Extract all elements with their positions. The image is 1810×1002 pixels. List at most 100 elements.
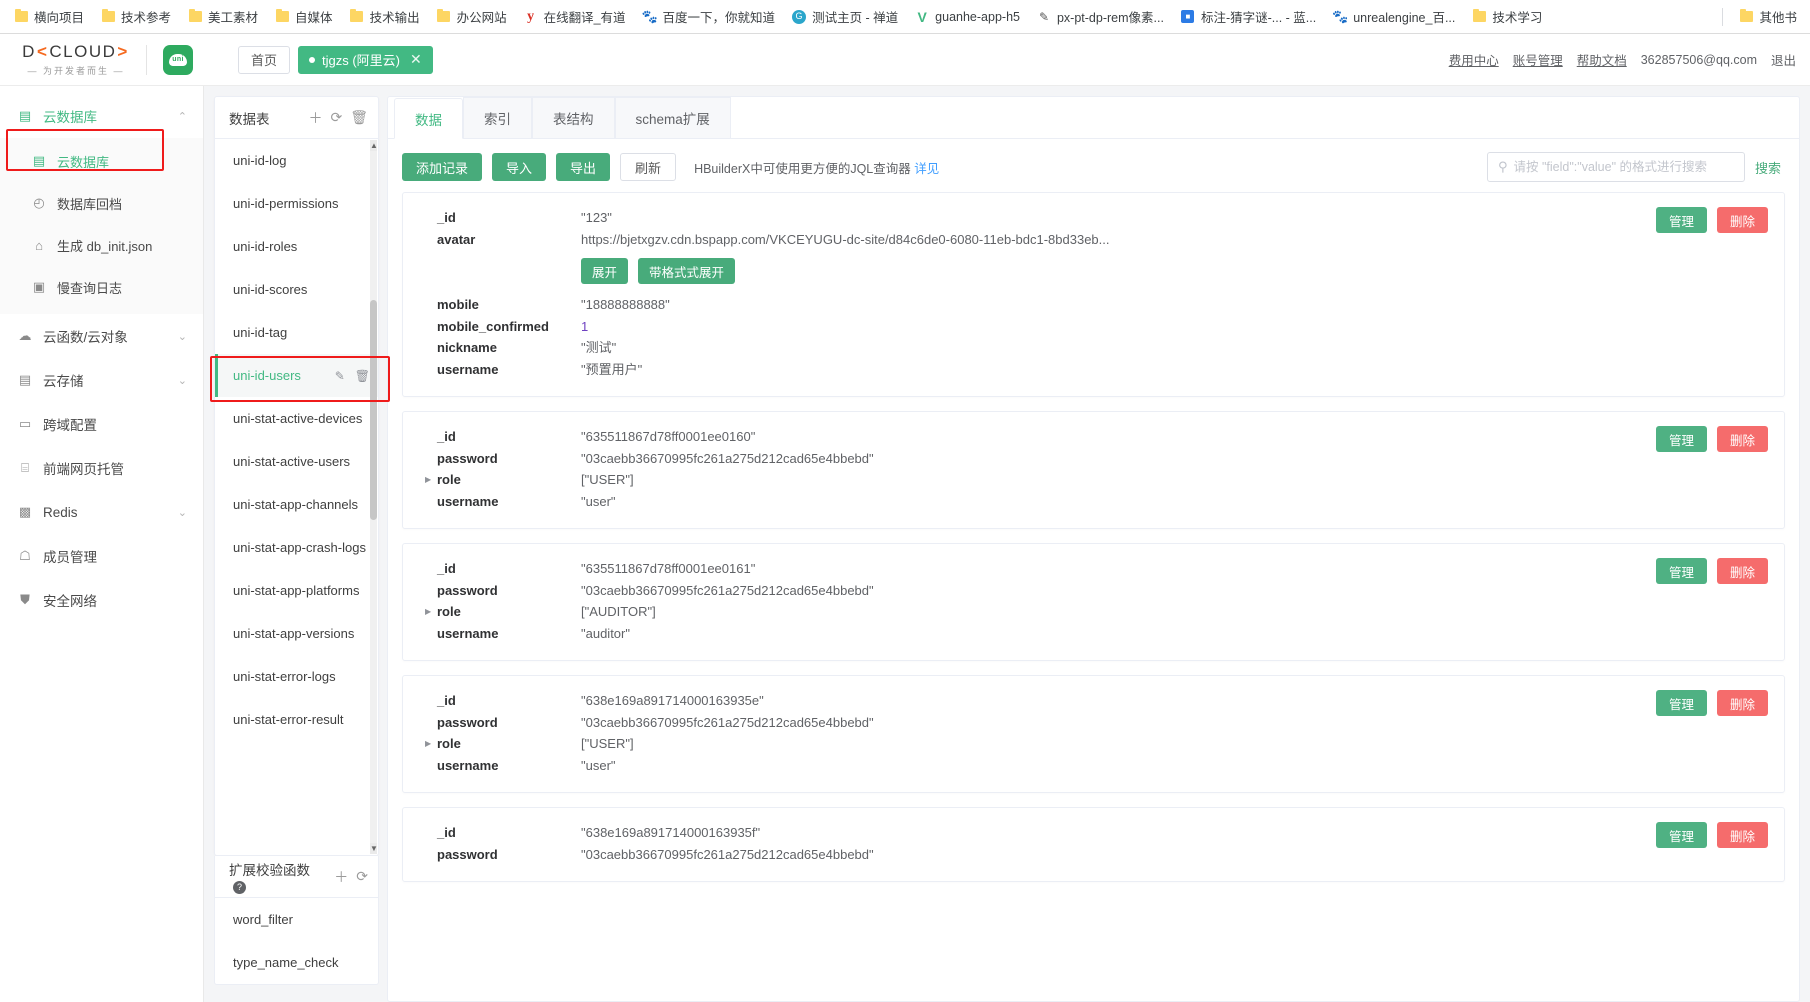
search-button[interactable]: 搜索 <box>1755 158 1785 177</box>
table-list-item[interactable]: uni-id-permissions <box>215 182 378 225</box>
project-tab[interactable]: tjgzs (阿里云) ✕ <box>298 45 433 74</box>
expand-triangle-icon[interactable]: ▶ <box>425 601 431 623</box>
table-list-item[interactable]: uni-stat-active-users <box>215 440 378 483</box>
table-list-scrollbar[interactable]: ▲ ▼ <box>370 140 378 854</box>
jql-hint-link[interactable]: 详见 <box>914 162 939 176</box>
sidebar-item-0[interactable]: ▤ 云数据库 <box>0 140 203 182</box>
manage-record-button[interactable]: 管理 <box>1655 558 1707 584</box>
sidebar-item-1[interactable]: ◴ 数据库回档 <box>0 182 203 224</box>
bookmark-item[interactable]: ✎ px-pt-dp-rem像素... <box>1029 4 1171 29</box>
delete-record-button[interactable]: 删除 <box>1716 426 1768 452</box>
scrollbar-thumb[interactable] <box>370 300 377 520</box>
delete-record-button[interactable]: 删除 <box>1716 690 1768 716</box>
import-button[interactable]: 导入 <box>492 153 547 181</box>
table-list-panel: 数据表 ＋ ⟳ 🗑 uni-id-log uni-id-permissions un… <box>204 86 390 1002</box>
bookmark-item[interactable]: 🐾 unrealengine_百... <box>1325 4 1462 29</box>
expand-button[interactable]: 展开 <box>581 258 629 284</box>
bookmark-item[interactable]: 🐾 百度一下，你就知道 <box>635 4 783 29</box>
chevron-down-icon[interactable]: ⌄ <box>178 506 187 519</box>
bookmark-item[interactable]: 横向项目 <box>6 4 91 29</box>
bookmark-item[interactable]: 美工素材 <box>180 4 265 29</box>
folder-icon <box>13 9 29 25</box>
expand-triangle-icon[interactable]: ▶ <box>425 733 431 755</box>
bookmark-overflow[interactable]: 其他书 <box>1731 4 1804 29</box>
expand-triangle-icon[interactable]: ▶ <box>425 469 431 491</box>
bookmark-item[interactable]: G 测试主页 - 禅道 <box>784 4 905 29</box>
unicloud-logo[interactable]: uni <box>163 44 193 75</box>
manage-record-button[interactable]: 管理 <box>1655 207 1707 233</box>
sidebar-item-3[interactable]: ▣ 慢查询日志 <box>0 266 203 308</box>
extension-function-item[interactable]: word_filter <box>215 898 378 941</box>
add-table-icon[interactable]: ＋ <box>308 108 322 128</box>
project-tab[interactable]: 首页 <box>238 45 291 74</box>
bookmark-item[interactable]: 办公网站 <box>429 4 514 29</box>
sidebar-group-0[interactable]: ▤ 云数据库 ⌃ <box>0 94 203 138</box>
chevron-down-icon[interactable]: ⌄ <box>178 374 187 387</box>
bookmark-item[interactable]: 技术输出 <box>342 4 427 29</box>
table-list-item[interactable]: uni-stat-app-versions <box>215 612 378 655</box>
sidebar-group-2[interactable]: ▤ 云存储 ⌄ <box>0 358 203 402</box>
extension-function-list[interactable]: word_filter type_name_check <box>215 898 378 984</box>
sidebar-group-5[interactable]: ▩ Redis ⌄ <box>0 490 203 534</box>
refresh-button[interactable]: 刷新 <box>620 153 677 181</box>
help-icon[interactable]: ? <box>233 881 246 894</box>
table-list-item[interactable]: uni-stat-error-logs <box>215 655 378 698</box>
bookmark-item[interactable]: 自媒体 <box>267 4 340 29</box>
scroll-up-arrow-icon[interactable]: ▲ <box>370 140 378 151</box>
search-input[interactable] <box>1513 160 1734 174</box>
bookmark-item[interactable]: y 在线翻译_有道 <box>516 4 633 29</box>
table-list-item[interactable]: uni-stat-app-channels <box>215 483 378 526</box>
table-list-item[interactable]: uni-id-log <box>215 139 378 182</box>
header-link[interactable]: 账号管理 <box>1513 50 1563 69</box>
delete-table-icon[interactable]: 🗑 <box>350 109 368 126</box>
close-tab-icon[interactable]: ✕ <box>410 51 422 68</box>
dcloud-logo[interactable]: D < CLOUD > — 为开发者而生 — <box>22 42 130 77</box>
bookmark-item[interactable]: 技术学习 <box>1464 4 1549 29</box>
search-box[interactable]: ⚲ <box>1486 152 1745 182</box>
table-list-item[interactable]: uni-id-roles <box>215 225 378 268</box>
sidebar-group-3[interactable]: ▭ 跨域配置 <box>0 402 203 446</box>
sidebar-group-1[interactable]: ☁ 云函数/云对象 ⌄ <box>0 314 203 358</box>
trash-icon[interactable]: 🗑 <box>355 369 370 383</box>
data-tab[interactable]: 索引 <box>463 97 532 138</box>
header-link[interactable]: 费用中心 <box>1449 50 1499 69</box>
sidebar-item-2[interactable]: ⌂ 生成 db_init.json <box>0 224 203 266</box>
table-list-item[interactable]: uni-id-users ✎ 🗑 <box>215 354 378 397</box>
sidebar-group-6[interactable]: ☖ 成员管理 <box>0 534 203 578</box>
edit-icon[interactable]: ✎ <box>335 369 345 383</box>
bookmark-label: 技术参考 <box>121 11 172 25</box>
refresh-functions-icon[interactable]: ⟳ <box>356 868 368 885</box>
add-record-button[interactable]: 添加记录 <box>402 153 483 181</box>
table-list-item[interactable]: uni-stat-app-crash-logs <box>215 526 378 569</box>
manage-record-button[interactable]: 管理 <box>1655 690 1707 716</box>
chevron-up-icon[interactable]: ⌃ <box>178 110 187 123</box>
table-list-item[interactable]: uni-id-tag <box>215 311 378 354</box>
data-tab[interactable]: schema扩展 <box>614 97 731 138</box>
bookmark-item[interactable]: ■ 标注-猜字谜-... - 蓝... <box>1173 4 1323 29</box>
table-list-item[interactable]: uni-id-scores <box>215 268 378 311</box>
sidebar-group-4[interactable]: ⌸ 前端网页托管 <box>0 446 203 490</box>
bookmark-item[interactable]: 技术参考 <box>93 4 178 29</box>
data-tab[interactable]: 表结构 <box>532 97 615 138</box>
extension-function-item[interactable]: type_name_check <box>215 941 378 984</box>
delete-record-button[interactable]: 删除 <box>1716 822 1768 848</box>
chevron-down-icon[interactable]: ⌄ <box>178 330 187 343</box>
formatted-expand-button[interactable]: 带格式式展开 <box>638 258 736 284</box>
refresh-tables-icon[interactable]: ⟳ <box>330 109 342 126</box>
sidebar-group-7[interactable]: ⛊ 安全网络 <box>0 578 203 622</box>
add-function-icon[interactable]: ＋ <box>334 867 348 887</box>
delete-record-button[interactable]: 删除 <box>1716 207 1768 233</box>
export-button[interactable]: 导出 <box>556 153 611 181</box>
scroll-down-arrow-icon[interactable]: ▼ <box>370 843 378 854</box>
logout-link[interactable]: 退出 <box>1771 50 1796 69</box>
manage-record-button[interactable]: 管理 <box>1655 426 1707 452</box>
table-list-item[interactable]: uni-stat-error-result <box>215 698 378 741</box>
manage-record-button[interactable]: 管理 <box>1655 822 1707 848</box>
delete-record-button[interactable]: 删除 <box>1716 558 1768 584</box>
header-link[interactable]: 帮助文档 <box>1577 50 1627 69</box>
table-list[interactable]: uni-id-log uni-id-permissions uni-id-roles… <box>215 139 378 855</box>
data-tab[interactable]: 数据 <box>394 98 463 139</box>
table-list-item[interactable]: uni-stat-active-devices <box>215 397 378 440</box>
bookmark-item[interactable]: Vguanhe-app-h5 <box>907 6 1027 28</box>
table-list-item[interactable]: uni-stat-app-platforms <box>215 569 378 612</box>
